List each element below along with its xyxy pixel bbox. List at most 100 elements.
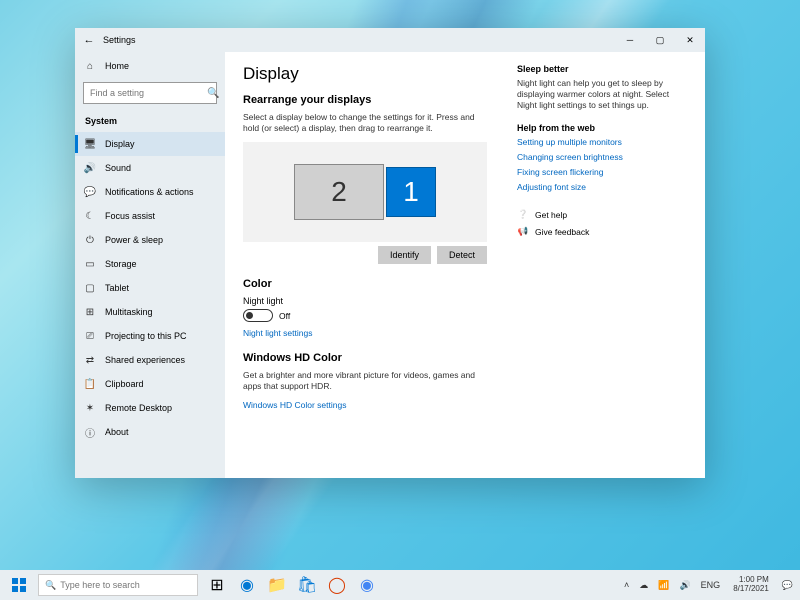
- home-label: Home: [105, 61, 129, 71]
- rearrange-desc: Select a display below to change the set…: [243, 112, 487, 134]
- home-nav[interactable]: ⌂ Home: [75, 54, 225, 78]
- sidebar-item-label: Storage: [105, 259, 137, 269]
- search-icon: 🔍: [207, 88, 219, 99]
- sidebar-item-focus[interactable]: ☾ Focus assist: [75, 204, 225, 228]
- tray-chevron-icon[interactable]: ˄: [621, 580, 632, 590]
- sidebar-item-shared[interactable]: ⇄ Shared experiences: [75, 348, 225, 372]
- hd-color-settings-link[interactable]: Windows HD Color settings: [243, 400, 487, 410]
- taskbar-clock[interactable]: 1:00 PM 8/17/2021: [727, 576, 775, 594]
- maximize-button[interactable]: ▢: [645, 28, 675, 52]
- monitor-1[interactable]: 1: [386, 167, 436, 217]
- taskbar-app-store[interactable]: 🛍: [292, 570, 322, 600]
- sidebar-item-about[interactable]: ⓘ About: [75, 420, 225, 444]
- help-heading: Help from the web: [517, 123, 687, 133]
- system-tray: ˄ ☁ 📶 🔊 ENG 1:00 PM 8/17/2021 💬: [621, 576, 796, 594]
- get-help-link[interactable]: ❔ Get help: [517, 209, 687, 220]
- remote-icon: ✶: [83, 403, 97, 414]
- color-heading: Color: [243, 278, 487, 290]
- sidebar-item-notifications[interactable]: 💬 Notifications & actions: [75, 180, 225, 204]
- taskbar-search[interactable]: 🔍 Type here to search: [38, 574, 198, 596]
- taskbar-app-browser[interactable]: ◉: [352, 570, 382, 600]
- projecting-icon: ⎚: [83, 331, 97, 342]
- night-light-toggle[interactable]: [243, 309, 273, 322]
- sidebar-item-sound[interactable]: 🔊 Sound: [75, 156, 225, 180]
- taskbar-app-office[interactable]: ◯: [322, 570, 352, 600]
- home-icon: ⌂: [83, 61, 97, 72]
- storage-icon: ▭: [83, 259, 97, 270]
- minimize-button[interactable]: ─: [615, 28, 645, 52]
- titlebar: ← Settings ─ ▢ ✕: [75, 28, 705, 52]
- sidebar-item-label: Display: [105, 139, 135, 149]
- sidebar-item-label: Multitasking: [105, 307, 153, 317]
- window-title: Settings: [103, 35, 136, 45]
- content: Display Rearrange your displays Select a…: [225, 52, 705, 478]
- identify-button[interactable]: Identify: [378, 246, 431, 264]
- night-light-settings-link[interactable]: Night light settings: [243, 328, 487, 338]
- page-title: Display: [243, 64, 487, 84]
- taskbar: 🔍 Type here to search ⊞ ◉ 📁 🛍 ◯ ◉ ˄ ☁ 📶 …: [0, 570, 800, 600]
- monitor-2[interactable]: 2: [294, 164, 384, 220]
- search-icon: 🔍: [45, 580, 56, 591]
- multitasking-icon: ⊞: [83, 307, 97, 318]
- sidebar-item-projecting[interactable]: ⎚ Projecting to this PC: [75, 324, 225, 348]
- give-feedback-link[interactable]: 📢 Give feedback: [517, 226, 687, 237]
- power-icon: ⏻: [83, 235, 97, 246]
- sidebar-item-power[interactable]: ⏻ Power & sleep: [75, 228, 225, 252]
- tray-onedrive-icon[interactable]: ☁: [636, 580, 651, 591]
- hd-color-desc: Get a brighter and more vibrant picture …: [243, 370, 487, 392]
- sidebar-item-clipboard[interactable]: 📋 Clipboard: [75, 372, 225, 396]
- sidebar-item-label: Tablet: [105, 283, 129, 293]
- sidebar-item-label: Focus assist: [105, 211, 155, 221]
- detect-button[interactable]: Detect: [437, 246, 487, 264]
- night-light-label: Night light: [243, 296, 487, 306]
- settings-window: ← Settings ─ ▢ ✕ ⌂ Home 🔍 System 🖥 Displ…: [75, 28, 705, 478]
- sidebar-item-tablet[interactable]: ▢ Tablet: [75, 276, 225, 300]
- search-box[interactable]: 🔍: [83, 82, 217, 104]
- help-link-brightness[interactable]: Changing screen brightness: [517, 152, 687, 162]
- display-arrange-box[interactable]: 2 1: [243, 142, 487, 242]
- sidebar-item-display[interactable]: 🖥 Display: [75, 132, 225, 156]
- help-link-font-size[interactable]: Adjusting font size: [517, 182, 687, 192]
- tray-network-icon[interactable]: 📶: [655, 580, 672, 591]
- sidebar-item-multitasking[interactable]: ⊞ Multitasking: [75, 300, 225, 324]
- taskbar-app-explorer[interactable]: 📁: [262, 570, 292, 600]
- tray-volume-icon[interactable]: 🔊: [676, 580, 693, 591]
- help-icon: ❔: [517, 209, 529, 220]
- sidebar-item-storage[interactable]: ▭ Storage: [75, 252, 225, 276]
- sidebar-item-label: About: [105, 427, 129, 437]
- sidebar: ⌂ Home 🔍 System 🖥 Display 🔊 Sound 💬: [75, 52, 225, 478]
- clipboard-icon: 📋: [83, 379, 97, 390]
- help-link-flickering[interactable]: Fixing screen flickering: [517, 167, 687, 177]
- tray-language[interactable]: ENG: [698, 580, 724, 590]
- notifications-icon: 💬: [83, 187, 97, 198]
- sidebar-item-label: Power & sleep: [105, 235, 163, 245]
- clock-date: 8/17/2021: [733, 585, 769, 594]
- sidebar-item-label: Notifications & actions: [105, 187, 194, 197]
- focus-icon: ☾: [83, 211, 97, 222]
- hd-color-heading: Windows HD Color: [243, 352, 487, 364]
- task-view-button[interactable]: ⊞: [202, 570, 232, 600]
- feedback-icon: 📢: [517, 226, 529, 237]
- sidebar-item-label: Shared experiences: [105, 355, 185, 365]
- sleep-better-desc: Night light can help you get to sleep by…: [517, 78, 687, 111]
- sleep-better-heading: Sleep better: [517, 64, 687, 74]
- sidebar-item-label: Clipboard: [105, 379, 144, 389]
- sidebar-item-remote[interactable]: ✶ Remote Desktop: [75, 396, 225, 420]
- tablet-icon: ▢: [83, 283, 97, 294]
- help-link-multiple-monitors[interactable]: Setting up multiple monitors: [517, 137, 687, 147]
- category-header: System: [75, 112, 225, 132]
- sound-icon: 🔊: [83, 163, 97, 174]
- sidebar-item-label: Projecting to this PC: [105, 331, 187, 341]
- back-button[interactable]: ←: [75, 34, 103, 46]
- search-input[interactable]: [90, 88, 207, 98]
- taskbar-app-edge[interactable]: ◉: [232, 570, 262, 600]
- shared-icon: ⇄: [83, 355, 97, 366]
- sidebar-item-label: Sound: [105, 163, 131, 173]
- rearrange-heading: Rearrange your displays: [243, 94, 487, 106]
- display-icon: 🖥: [83, 139, 97, 150]
- sidebar-item-label: Remote Desktop: [105, 403, 172, 413]
- start-button[interactable]: [4, 570, 34, 600]
- about-icon: ⓘ: [83, 425, 97, 440]
- action-center-icon[interactable]: 💬: [779, 580, 796, 591]
- close-button[interactable]: ✕: [675, 28, 705, 52]
